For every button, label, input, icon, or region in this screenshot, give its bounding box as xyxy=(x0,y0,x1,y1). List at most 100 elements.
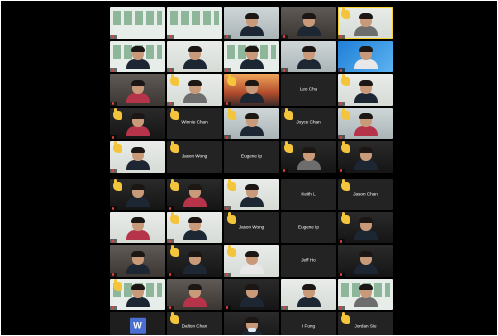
mic-muted-icon xyxy=(340,135,342,139)
participant-tile[interactable] xyxy=(338,107,393,139)
raise-hand-icon xyxy=(170,179,179,191)
participant-tile[interactable] xyxy=(167,7,222,39)
name-label xyxy=(167,272,174,277)
participant-tile[interactable]: Dalton Chan xyxy=(167,311,222,335)
participant-tile[interactable] xyxy=(224,107,279,139)
name-label xyxy=(338,305,345,310)
participant-tile[interactable] xyxy=(110,141,165,173)
name-label xyxy=(167,101,174,106)
participant-tile[interactable]: Keith L xyxy=(281,179,336,211)
name-label xyxy=(167,305,174,310)
video-feed-person xyxy=(296,46,322,69)
video-feed-person xyxy=(239,113,265,136)
participant-tile[interactable] xyxy=(167,278,222,310)
video-feed-person xyxy=(125,146,151,170)
raise-hand-icon xyxy=(170,74,179,86)
video-feed-person xyxy=(239,250,265,274)
mic-muted-icon xyxy=(340,35,342,38)
participant-tile[interactable] xyxy=(338,74,393,106)
video-feed-person xyxy=(239,184,265,208)
participant-tile[interactable] xyxy=(224,278,279,310)
video-feed-person xyxy=(239,12,265,36)
participant-tile[interactable]: Leo Chu xyxy=(281,74,336,106)
participant-tile[interactable] xyxy=(224,74,279,106)
participant-tile[interactable] xyxy=(224,245,279,277)
participant-tile[interactable] xyxy=(224,40,279,72)
mic-muted-icon xyxy=(169,239,171,243)
participant-tile[interactable]: Jason Wong xyxy=(224,212,279,244)
name-label xyxy=(338,101,345,106)
video-feed-person xyxy=(182,217,208,241)
raise-hand-icon xyxy=(170,245,179,258)
participant-tile[interactable]: I Fung xyxy=(281,311,336,335)
participant-tile[interactable] xyxy=(224,179,279,211)
participant-tile[interactable] xyxy=(338,278,393,310)
video-feed-person xyxy=(182,250,208,274)
participant-name: Leo Chu xyxy=(299,86,318,92)
name-label xyxy=(224,34,231,39)
participant-tile[interactable] xyxy=(110,179,165,211)
participant-tile[interactable] xyxy=(167,245,222,277)
participant-tile[interactable] xyxy=(281,141,336,173)
participant-tile[interactable] xyxy=(110,107,165,139)
raise-hand-icon xyxy=(284,141,293,153)
participant-tile[interactable]: Jason Chan xyxy=(338,179,393,211)
raise-hand-icon xyxy=(227,107,236,120)
participant-tile[interactable] xyxy=(167,179,222,211)
participant-tile[interactable] xyxy=(110,278,165,310)
participant-tile[interactable] xyxy=(281,7,336,39)
name-label xyxy=(224,135,231,139)
participant-tile[interactable] xyxy=(224,311,279,335)
participant-tile[interactable] xyxy=(167,74,222,106)
participant-tile[interactable] xyxy=(338,141,393,173)
participant-tile[interactable] xyxy=(167,212,222,244)
participant-tile[interactable]: Joyce Chan xyxy=(281,107,336,139)
participant-tile[interactable] xyxy=(281,40,336,72)
participant-tile[interactable]: Jason Wong xyxy=(167,141,222,173)
participant-tile[interactable] xyxy=(167,40,222,72)
participant-name: Jason Wong xyxy=(238,224,265,230)
participant-name: Eugene Ip xyxy=(298,224,319,230)
participant-tile[interactable] xyxy=(224,7,279,39)
participant-tile[interactable]: Eugene Ip xyxy=(224,141,279,173)
participant-tile[interactable] xyxy=(281,278,336,310)
participant-tile[interactable] xyxy=(338,212,393,244)
name-label xyxy=(110,68,117,72)
name-label xyxy=(167,34,174,39)
raise-hand-icon xyxy=(113,179,122,191)
name-label xyxy=(281,168,288,173)
mic-muted-icon xyxy=(226,35,228,38)
participant-tile[interactable]: Eugene Ip xyxy=(281,212,336,244)
participant-name: I Fung xyxy=(301,324,316,330)
name-label xyxy=(224,272,231,277)
participant-tile[interactable] xyxy=(110,245,165,277)
video-feed-person xyxy=(125,217,151,241)
name-label xyxy=(338,239,345,244)
video-feed-person xyxy=(353,283,379,307)
mic-muted-icon xyxy=(283,35,285,38)
participant-tile[interactable]: Winnie Chan xyxy=(167,107,222,139)
mic-muted-icon xyxy=(112,239,114,243)
participant-tile[interactable] xyxy=(110,212,165,244)
mic-muted-icon xyxy=(169,35,171,38)
participant-tile[interactable]: Jeff Ho xyxy=(281,245,336,277)
raise-hand-icon xyxy=(227,245,236,258)
participant-tile[interactable]: W xyxy=(110,311,165,335)
mic-muted-icon xyxy=(112,68,114,72)
mic-muted-icon xyxy=(169,68,171,72)
participant-tile[interactable] xyxy=(110,7,165,39)
name-label xyxy=(110,34,117,39)
participant-tile[interactable] xyxy=(338,7,393,39)
avatar: W xyxy=(129,318,146,335)
mic-muted-icon xyxy=(226,135,228,139)
participant-tile[interactable] xyxy=(110,74,165,106)
participant-tile[interactable] xyxy=(110,40,165,72)
gallery-view: Leo Chu Winnie Chan Joyce Chan Jason Wong Eu… xyxy=(110,7,397,335)
mic-muted-icon xyxy=(112,206,114,210)
participant-tile[interactable] xyxy=(338,40,393,72)
video-feed-person xyxy=(182,283,208,307)
participant-tile[interactable] xyxy=(338,245,393,277)
raise-hand-icon xyxy=(227,74,236,86)
participant-tile[interactable]: Jordan Siu xyxy=(338,311,393,335)
name-label xyxy=(167,239,174,244)
